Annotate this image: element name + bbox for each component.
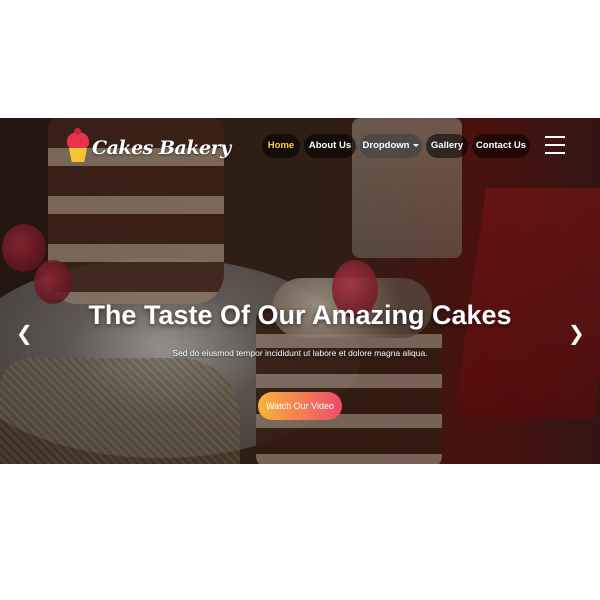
hero-subtitle: Sed do eiusmod tempor incididunt ut labo…: [172, 348, 428, 358]
hamburger-menu-icon[interactable]: [545, 136, 565, 156]
nav-item-dropdown-label: Dropdown: [362, 140, 410, 151]
nav-item-home[interactable]: Home: [262, 134, 300, 158]
nav-menu: Home About Us Dropdown Gallery Contact U…: [0, 134, 600, 160]
caret-down-icon: [413, 143, 420, 147]
navbar: Cakes Bakery Home About Us Dropdown Gall…: [0, 118, 600, 176]
hero-title: The Taste Of Our Amazing Cakes: [88, 300, 512, 330]
nav-item-gallery[interactable]: Gallery: [426, 134, 468, 158]
nav-item-about-us[interactable]: About Us: [304, 134, 356, 158]
nav-item-dropdown[interactable]: Dropdown: [360, 134, 422, 158]
nav-item-contact-us[interactable]: Contact Us: [472, 134, 530, 158]
watch-video-button[interactable]: Watch Our Video: [258, 392, 342, 420]
